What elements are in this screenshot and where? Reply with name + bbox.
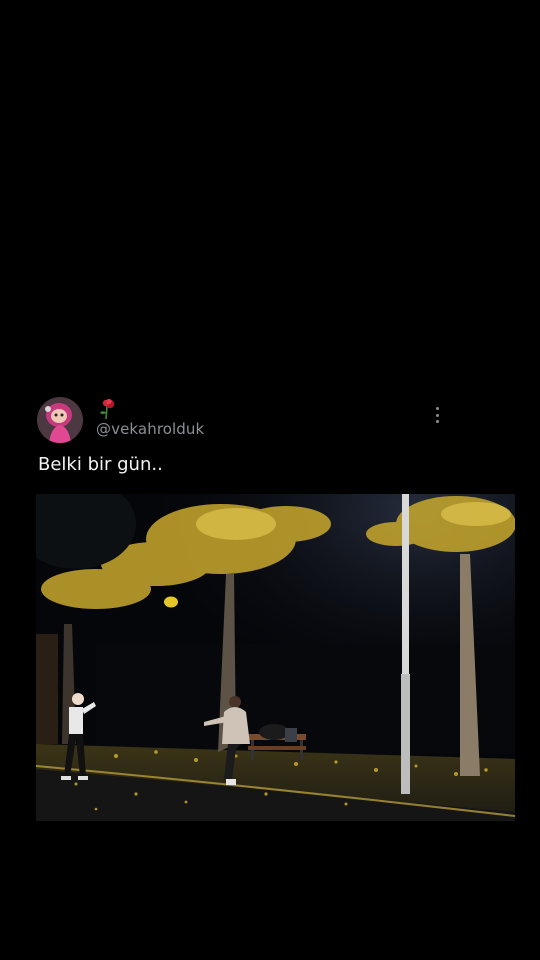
avatar[interactable] xyxy=(37,397,83,443)
user-handle[interactable]: @vekahrolduk xyxy=(96,420,204,438)
dot xyxy=(435,407,439,410)
tweet-image[interactable] xyxy=(36,494,515,821)
tweet-text: Belki bir gün.. xyxy=(38,454,163,475)
rose-icon xyxy=(97,398,117,420)
more-options-icon[interactable] xyxy=(428,404,446,426)
dot xyxy=(435,420,439,423)
dot xyxy=(435,413,439,417)
